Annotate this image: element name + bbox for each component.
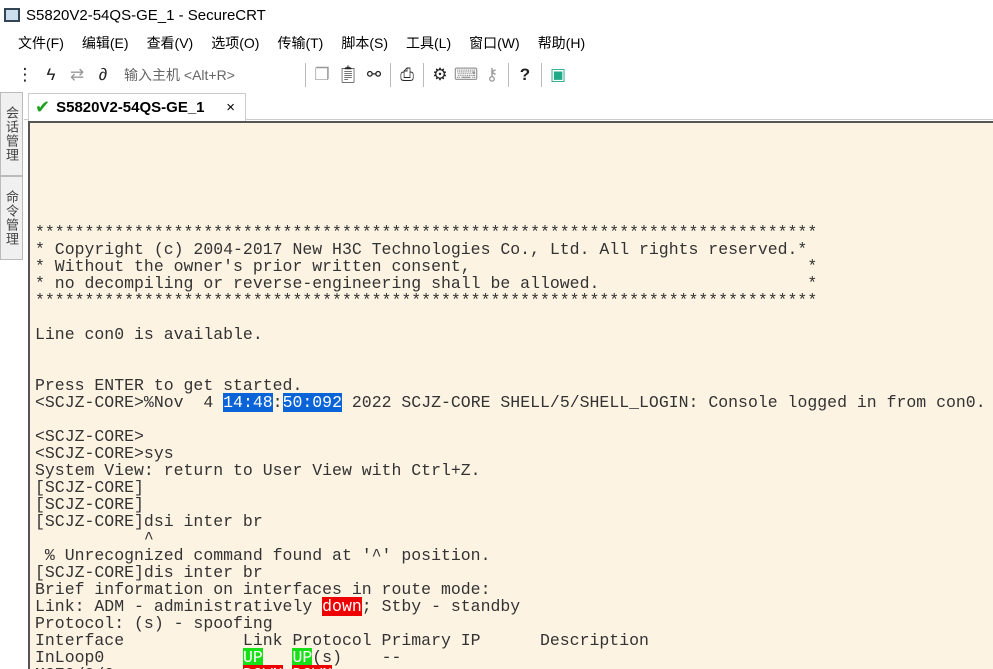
menu-item[interactable]: 选项(O) bbox=[202, 31, 268, 55]
terminal-line: Protocol: (s) - spoofing bbox=[35, 615, 993, 632]
key-icon[interactable]: ⚷ bbox=[479, 63, 505, 87]
find-binoculars-icon[interactable]: ⚯ bbox=[361, 63, 387, 87]
link-icon[interactable]: ∂ bbox=[90, 63, 116, 87]
terminal-line: [SCJZ-CORE]dsi inter br bbox=[35, 513, 993, 530]
window-title: S5820V2-54QS-GE_1 - SecureCRT bbox=[26, 6, 266, 24]
terminal-line: * no decompiling or reverse-engineering … bbox=[35, 275, 993, 292]
help-icon[interactable]: ? bbox=[512, 63, 538, 87]
terminal-line: <SCJZ-CORE> bbox=[35, 428, 993, 445]
terminal-line: ****************************************… bbox=[35, 292, 993, 309]
menu-item[interactable]: 查看(V) bbox=[138, 31, 203, 55]
secure-lock-icon[interactable]: ▣ bbox=[545, 63, 571, 87]
terminal-line: * Without the owner's prior written cons… bbox=[35, 258, 993, 275]
title-bar: S5820V2-54QS-GE_1 - SecureCRT bbox=[0, 0, 993, 30]
menu-item[interactable]: 帮助(H) bbox=[529, 31, 594, 55]
terminal-line: Interface Link Protocol Primary IP Descr… bbox=[35, 632, 993, 649]
menu-item[interactable]: 文件(F) bbox=[0, 31, 73, 55]
separator bbox=[423, 63, 424, 87]
highlighted-text: DOWN bbox=[242, 665, 283, 669]
highlighted-text: down bbox=[322, 597, 362, 616]
terminal-line: Brief information on interfaces in route… bbox=[35, 581, 993, 598]
session-tab-label: S5820V2-54QS-GE_1 bbox=[56, 99, 205, 116]
copy-icon[interactable]: ❐ bbox=[309, 63, 335, 87]
separator bbox=[390, 63, 391, 87]
toolbar: ⋮ ϟ ⇄ ∂ 输入主机 <Alt+R> ❐ 📋︎ ⚯ ⎙ ⚙ ⌨ ⚷ ? ▣ bbox=[0, 60, 993, 90]
connect-tree-icon[interactable]: ⋮ bbox=[12, 63, 38, 87]
terminal-text: MGE0/0/0 bbox=[35, 665, 243, 669]
separator bbox=[305, 63, 306, 87]
terminal-line: ^ bbox=[35, 530, 993, 547]
separator bbox=[508, 63, 509, 87]
terminal-line: ****************************************… bbox=[35, 224, 993, 241]
terminal-line: [SCJZ-CORE]dis inter br bbox=[35, 564, 993, 581]
settings-gear-icon[interactable]: ⚙ bbox=[427, 63, 453, 87]
terminal-line: InLoop0 UP UP(s) -- bbox=[35, 648, 993, 667]
terminal-text: Line con0 is available. bbox=[35, 325, 263, 344]
highlighted-text: 50:092 bbox=[282, 393, 342, 412]
print-icon[interactable]: ⎙ bbox=[394, 63, 420, 87]
session-tab-strip: ✔ S5820V2-54QS-GE_1 × bbox=[24, 90, 993, 121]
securecrt-app-icon bbox=[4, 8, 20, 22]
separator bbox=[541, 63, 542, 87]
menu-bar: 文件(F) 编辑(E) 查看(V) 选项(O) 传输(T) 脚本(S) 工具(L) 窗口(W)… bbox=[0, 31, 594, 55]
session-tab[interactable]: ✔ S5820V2-54QS-GE_1 × bbox=[28, 93, 246, 121]
terminal-line: <SCJZ-CORE>sys bbox=[35, 445, 993, 462]
terminal-text: ; Stby - standby bbox=[361, 597, 521, 616]
terminal-line: <SCJZ-CORE>%Nov 4 14:48:50:092 2022 SCJZ… bbox=[35, 393, 993, 412]
terminal-line: Line con0 is available. bbox=[35, 326, 993, 343]
sidebar: 会话管理 命令管理 bbox=[0, 92, 24, 262]
reconnect-icon[interactable]: ⇄ bbox=[64, 63, 90, 87]
terminal-text: <SCJZ-CORE>%Nov 4 bbox=[35, 393, 224, 412]
close-tab-icon[interactable]: × bbox=[226, 99, 235, 116]
paste-icon[interactable]: 📋︎ bbox=[335, 63, 361, 87]
terminal-text: 2022 SCJZ-CORE SHELL/5/SHELL_LOGIN: Cons… bbox=[341, 393, 986, 412]
host-input[interactable]: 输入主机 <Alt+R> bbox=[116, 65, 302, 85]
highlighted-text: 14:48 bbox=[223, 393, 273, 412]
command-manager-tab[interactable]: 命令管理 bbox=[0, 176, 23, 260]
terminal-line: System View: return to User View with Ct… bbox=[35, 462, 993, 479]
terminal-text: : bbox=[272, 393, 283, 412]
menu-item[interactable]: 工具(L) bbox=[397, 31, 460, 55]
terminal-line: [SCJZ-CORE] bbox=[35, 496, 993, 513]
keymap-keyboard-icon[interactable]: ⌨ bbox=[453, 63, 479, 87]
menu-item[interactable]: 脚本(S) bbox=[332, 31, 397, 55]
terminal-line: % Unrecognized command found at '^' posi… bbox=[35, 547, 993, 564]
terminal-output[interactable]: ****************************************… bbox=[28, 121, 993, 669]
menu-item[interactable]: 窗口(W) bbox=[460, 31, 529, 55]
terminal-line: * Copyright (c) 2004-2017 New H3C Techno… bbox=[35, 241, 993, 258]
menu-item[interactable]: 编辑(E) bbox=[73, 31, 138, 55]
highlighted-text: DOWN bbox=[292, 665, 333, 669]
terminal-line: Press ENTER to get started. bbox=[35, 377, 993, 394]
session-manager-tab[interactable]: 会话管理 bbox=[0, 92, 23, 176]
terminal-line: Link: ADM - administratively down; Stby … bbox=[35, 597, 993, 616]
terminal-line: [SCJZ-CORE] bbox=[35, 479, 993, 496]
menu-item[interactable]: 传输(T) bbox=[268, 31, 332, 55]
terminal-text: ****************************************… bbox=[35, 291, 818, 310]
connected-check-icon: ✔ bbox=[35, 97, 51, 117]
quick-connect-icon[interactable]: ϟ bbox=[38, 63, 64, 87]
